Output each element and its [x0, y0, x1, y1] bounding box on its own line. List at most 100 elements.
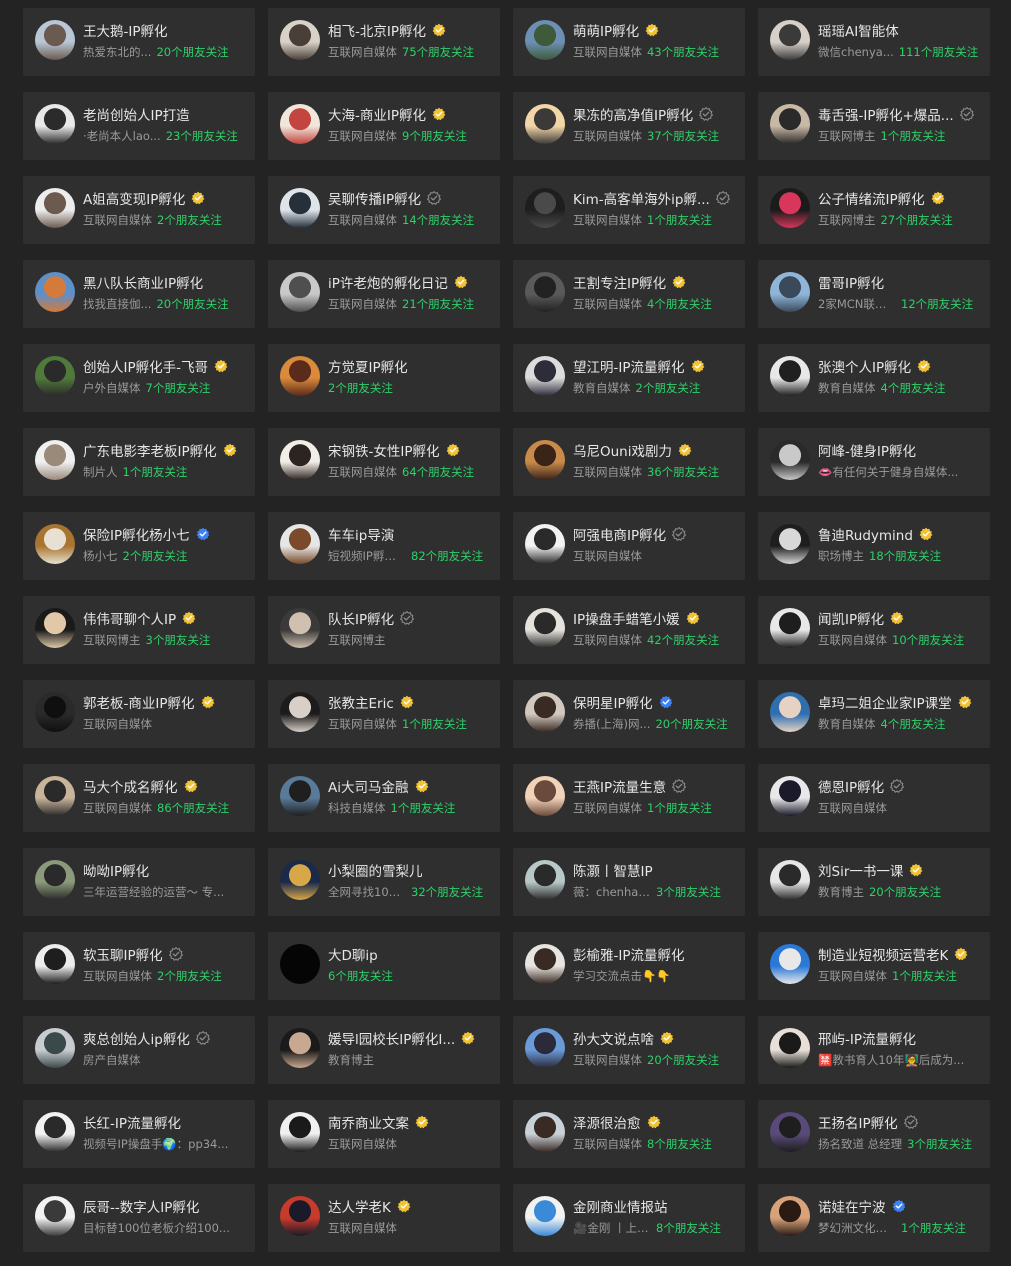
avatar[interactable] — [280, 272, 320, 312]
account-card[interactable]: Kim-高客单海外ip孵... 互联网自媒体 1个朋友关注 — [513, 176, 745, 244]
account-name[interactable]: 瑶瑶AI智能体 — [818, 20, 899, 40]
avatar[interactable] — [770, 104, 810, 144]
avatar[interactable] — [35, 356, 75, 396]
avatar[interactable] — [35, 860, 75, 900]
account-name[interactable]: 达人学老K — [328, 1196, 391, 1216]
account-card[interactable]: 软玉聊IP孵化 互联网自媒体 2个朋友关注 — [23, 932, 255, 1000]
account-name[interactable]: 雷哥IP孵化 — [818, 272, 884, 292]
avatar[interactable] — [35, 944, 75, 984]
avatar[interactable] — [35, 1112, 75, 1152]
account-name[interactable]: 彭榆雅-IP流量孵化 — [573, 944, 685, 964]
account-card[interactable]: 达人学老K 互联网自媒体 — [268, 1184, 500, 1252]
avatar[interactable] — [525, 776, 565, 816]
account-card[interactable]: 创始人IP孵化手-飞哥 户外自媒体 7个朋友关注 — [23, 344, 255, 412]
account-name[interactable]: iP许老炮的孵化日记 — [328, 272, 448, 292]
account-card[interactable]: 彭榆雅-IP流量孵化 学习交流点击👇👇 — [513, 932, 745, 1000]
account-name[interactable]: 王燕IP流量生意 — [573, 776, 666, 796]
account-card[interactable]: 萌萌IP孵化 互联网自媒体 43个朋友关注 — [513, 8, 745, 76]
avatar[interactable] — [35, 104, 75, 144]
account-name[interactable]: 张澳个人IP孵化 — [818, 356, 911, 376]
avatar[interactable] — [280, 440, 320, 480]
avatar[interactable] — [525, 440, 565, 480]
avatar[interactable] — [770, 860, 810, 900]
avatar[interactable] — [35, 776, 75, 816]
avatar[interactable] — [770, 608, 810, 648]
avatar[interactable] — [280, 608, 320, 648]
account-card[interactable]: 方觉夏IP孵化 2个朋友关注 — [268, 344, 500, 412]
account-card[interactable]: Ai大司马金融 科技自媒体 1个朋友关注 — [268, 764, 500, 832]
avatar[interactable] — [770, 1196, 810, 1236]
avatar[interactable] — [525, 524, 565, 564]
account-card[interactable]: 制造业短视频运营老K 互联网自媒体 1个朋友关注 — [758, 932, 990, 1000]
account-card[interactable]: 呦呦IP孵化 三年运营经验的运营～ 专... — [23, 848, 255, 916]
account-card[interactable]: 阿强电商IP孵化 互联网自媒体 — [513, 512, 745, 580]
account-card[interactable]: 马大个成名孵化 互联网自媒体 86个朋友关注 — [23, 764, 255, 832]
account-name[interactable]: 车车ip导演 — [328, 524, 394, 544]
avatar[interactable] — [35, 272, 75, 312]
avatar[interactable] — [525, 944, 565, 984]
account-card[interactable]: 相飞-北京IP孵化 互联网自媒体 75个朋友关注 — [268, 8, 500, 76]
account-card[interactable]: 长红-IP流量孵化 视频号IP操盘手🌍：pp34... — [23, 1100, 255, 1168]
account-name[interactable]: 大海-商业IP孵化 — [328, 104, 426, 124]
account-card[interactable]: 金刚商业情报站 🎥金刚 丨上市... 8个朋友关注 — [513, 1184, 745, 1252]
avatar[interactable] — [280, 524, 320, 564]
account-name[interactable]: 刘Sir一书一课 — [818, 860, 903, 880]
avatar[interactable] — [280, 1028, 320, 1068]
account-name[interactable]: 队长IP孵化 — [328, 608, 394, 628]
account-name[interactable]: 保险IP孵化杨小七 — [83, 524, 190, 544]
account-card[interactable]: 广东电影李老板IP孵化 制片人 1个朋友关注 — [23, 428, 255, 496]
account-name[interactable]: 呦呦IP孵化 — [83, 860, 149, 880]
account-card[interactable]: 队长IP孵化 互联网博主 — [268, 596, 500, 664]
account-name[interactable]: 阿峰-健身IP孵化 — [818, 440, 916, 460]
avatar[interactable] — [770, 1112, 810, 1152]
account-name[interactable]: 邢屿-IP流量孵化 — [818, 1028, 916, 1048]
avatar[interactable] — [525, 20, 565, 60]
account-name[interactable]: IP操盘手蜡笔小媛 — [573, 608, 680, 628]
account-name[interactable]: 果冻的高净值IP孵化 — [573, 104, 693, 124]
account-card[interactable]: 阿峰-健身IP孵化 👄有任何关于健身自媒体... — [758, 428, 990, 496]
account-card[interactable]: IP操盘手蜡笔小媛 互联网自媒体 42个朋友关注 — [513, 596, 745, 664]
account-name[interactable]: 阿强电商IP孵化 — [573, 524, 666, 544]
account-name[interactable]: 老尚创始人IP打造 — [83, 104, 190, 124]
avatar[interactable] — [770, 20, 810, 60]
avatar[interactable] — [280, 776, 320, 816]
account-name[interactable]: Ai大司马金融 — [328, 776, 409, 796]
avatar[interactable] — [770, 944, 810, 984]
account-card[interactable]: 大D聊ip 6个朋友关注 — [268, 932, 500, 1000]
account-card[interactable]: 宋钢铁-女性IP孵化 互联网自媒体 64个朋友关注 — [268, 428, 500, 496]
account-card[interactable]: 王大鹅-IP孵化 热爱东北的... 20个朋友关注 — [23, 8, 255, 76]
avatar[interactable] — [525, 1028, 565, 1068]
account-card[interactable]: 吴聊传播IP孵化 互联网自媒体 14个朋友关注 — [268, 176, 500, 244]
avatar[interactable] — [35, 524, 75, 564]
avatar[interactable] — [280, 188, 320, 228]
account-name[interactable]: 方觉夏IP孵化 — [328, 356, 408, 376]
account-name[interactable]: 德恩IP孵化 — [818, 776, 884, 796]
account-name[interactable]: 创始人IP孵化手-飞哥 — [83, 356, 208, 376]
avatar[interactable] — [280, 692, 320, 732]
avatar[interactable] — [280, 860, 320, 900]
account-name[interactable]: 爽总创始人ip孵化 — [83, 1028, 190, 1048]
account-name[interactable]: 小梨圈的雪梨儿 — [328, 860, 423, 880]
account-name[interactable]: 望江明-IP流量孵化 — [573, 356, 685, 376]
account-name[interactable]: 相飞-北京IP孵化 — [328, 20, 426, 40]
avatar[interactable] — [35, 1028, 75, 1068]
account-name[interactable]: 王扬名IP孵化 — [818, 1112, 898, 1132]
avatar[interactable] — [770, 440, 810, 480]
avatar[interactable] — [525, 860, 565, 900]
account-name[interactable]: 毒舌强-IP孵化+爆品... — [818, 104, 954, 124]
account-name[interactable]: 大D聊ip — [328, 944, 378, 964]
account-card[interactable]: 邢屿-IP流量孵化 🈲教书育人10年🧑‍🏫后成为... — [758, 1016, 990, 1084]
account-name[interactable]: 保明星IP孵化 — [573, 692, 653, 712]
account-name[interactable]: 鲁迪Rudymind — [818, 524, 913, 544]
account-card[interactable]: 诺娃在宁波 梦幻洲文化传... 1个朋友关注 — [758, 1184, 990, 1252]
avatar[interactable] — [525, 608, 565, 648]
account-name[interactable]: 孙大文说点啥 — [573, 1028, 654, 1048]
account-name[interactable]: 泽源很治愈 — [573, 1112, 641, 1132]
avatar[interactable] — [525, 272, 565, 312]
account-card[interactable]: 保险IP孵化杨小七 杨小七 2个朋友关注 — [23, 512, 255, 580]
account-card[interactable]: 南乔商业文案 互联网自媒体 — [268, 1100, 500, 1168]
account-card[interactable]: 大海-商业IP孵化 互联网自媒体 9个朋友关注 — [268, 92, 500, 160]
account-card[interactable]: 张澳个人IP孵化 教育自媒体 4个朋友关注 — [758, 344, 990, 412]
account-card[interactable]: 毒舌强-IP孵化+爆品... 互联网博主 1个朋友关注 — [758, 92, 990, 160]
account-name[interactable]: 黑八队长商业IP孵化 — [83, 272, 203, 292]
